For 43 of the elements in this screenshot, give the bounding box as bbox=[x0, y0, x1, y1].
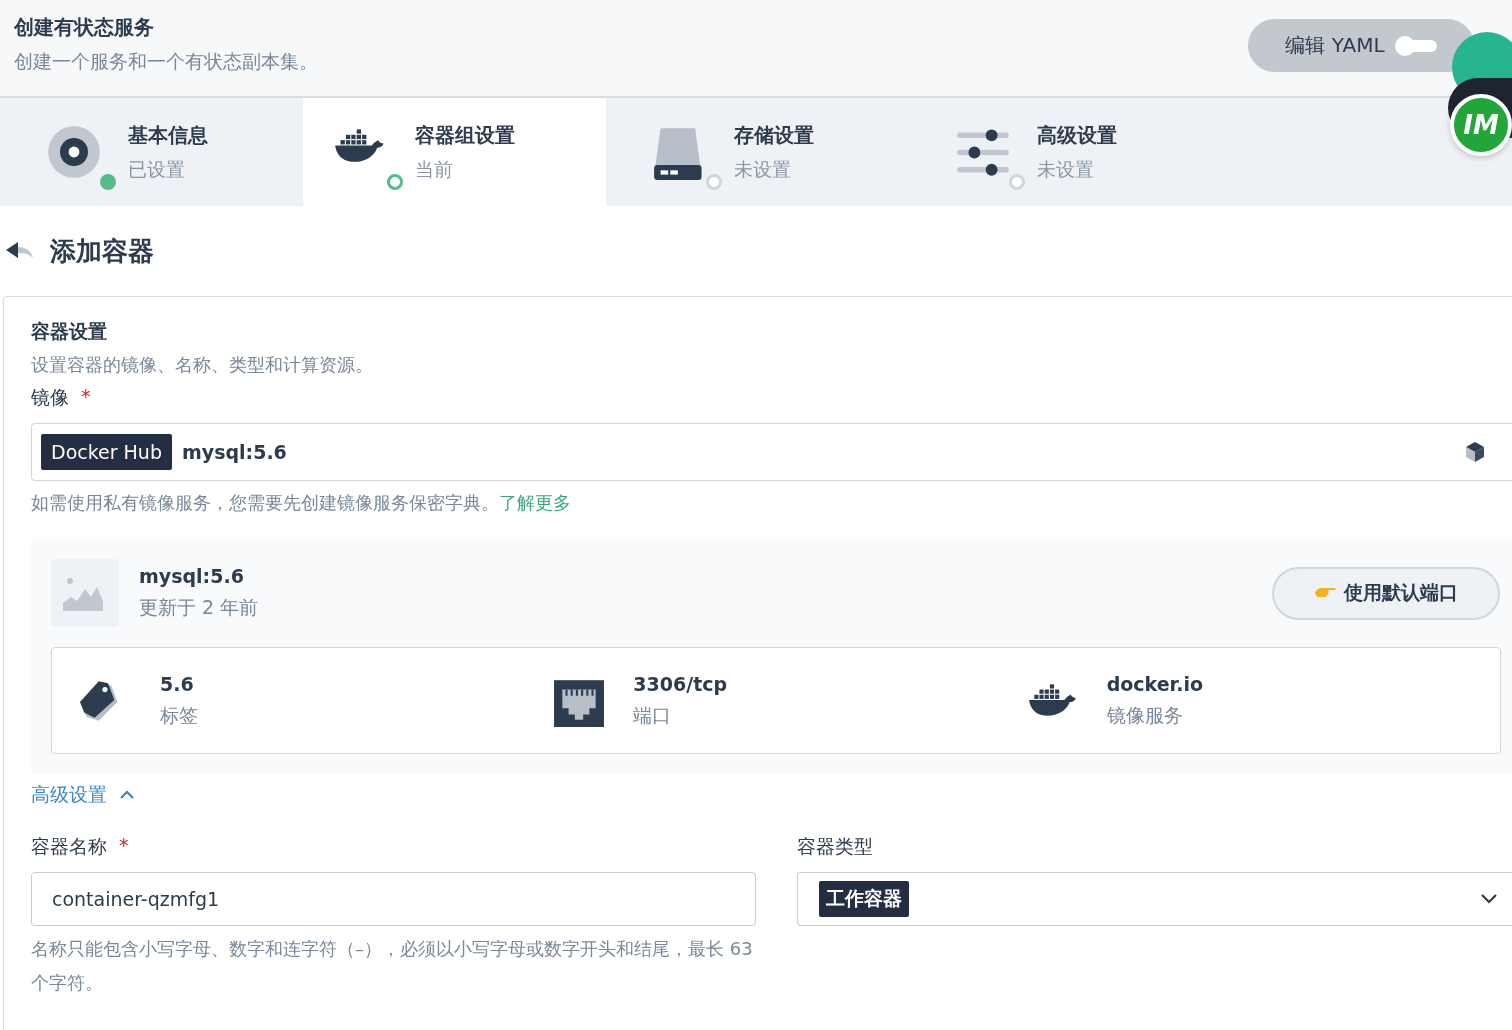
page-subtitle: 创建一个服务和一个有状态副本集。 bbox=[14, 49, 318, 74]
cube-icon bbox=[1464, 441, 1486, 463]
step-status: 当前 bbox=[415, 156, 454, 182]
default-port-button[interactable]: 使用默认端口 bbox=[1272, 566, 1500, 620]
section-title: 添加容器 bbox=[50, 234, 154, 268]
chevron-down-icon bbox=[1480, 893, 1498, 905]
detail-value: docker.io bbox=[1106, 672, 1204, 695]
yaml-toggle-button[interactable]: 编辑 YAML bbox=[1248, 19, 1474, 72]
step-tab[interactable]: 高级设置 未设置 bbox=[909, 98, 1212, 206]
detail-label: 端口 bbox=[633, 702, 673, 728]
step-tab[interactable]: 基本信息 已设置 bbox=[0, 98, 303, 206]
page-title: 创建有状态服务 bbox=[14, 14, 155, 41]
image-updated: 更新于 2 年前 bbox=[139, 595, 260, 620]
card-title: 容器设置 bbox=[31, 319, 108, 344]
card-description: 设置容器的镜像、名称、类型和计算资源。 bbox=[31, 353, 374, 377]
step-status: 未设置 bbox=[734, 156, 792, 182]
field-label: 容器名称 bbox=[31, 834, 107, 859]
field-label: 镜像 bbox=[31, 385, 69, 410]
required-mark: * bbox=[81, 385, 91, 409]
detail-label: 镜像服务 bbox=[1106, 702, 1184, 728]
image-input-field[interactable]: Docker Hub mysql:5.6 bbox=[31, 423, 1512, 481]
pointing-hand-icon bbox=[1314, 586, 1336, 600]
hint-text: 如需使用私有镜像服务，您需要先创建镜像服务保密字典。了解更多 bbox=[31, 491, 572, 515]
image-name: mysql:5.6 bbox=[139, 565, 245, 587]
back-arrow-icon bbox=[6, 241, 34, 261]
required-mark: * bbox=[119, 834, 129, 858]
image-value[interactable]: mysql:5.6 bbox=[181, 441, 1464, 463]
selected-type-tag: 工作容器 bbox=[819, 881, 909, 917]
advanced-settings-toggle[interactable]: 高级设置 bbox=[31, 782, 135, 808]
type-select[interactable]: 工作容器 bbox=[797, 872, 1512, 926]
disc-icon bbox=[46, 124, 102, 180]
step-tab[interactable]: 存储设置 未设置 bbox=[606, 98, 909, 206]
detail-value: 3306/tcp bbox=[633, 672, 728, 695]
step-status: 未设置 bbox=[1037, 156, 1095, 182]
detail-value: 5.6 bbox=[160, 672, 195, 695]
name-input-field[interactable]: container-qzmfg1 bbox=[31, 872, 756, 926]
step-tab[interactable]: 容器组设置 当前 bbox=[303, 98, 606, 206]
field-label: 容器类型 bbox=[797, 834, 873, 859]
chevron-up-icon bbox=[119, 790, 135, 800]
detail-label: 标签 bbox=[160, 702, 198, 728]
field-help-text: 名称只能包含小写字母、数字和连字符（–），必须以小写字母或数字开头和结尾，最长 63 个字符。 bbox=[31, 937, 754, 995]
registry-tag[interactable]: Docker Hub bbox=[41, 434, 172, 470]
step-status: 已设置 bbox=[128, 156, 186, 182]
